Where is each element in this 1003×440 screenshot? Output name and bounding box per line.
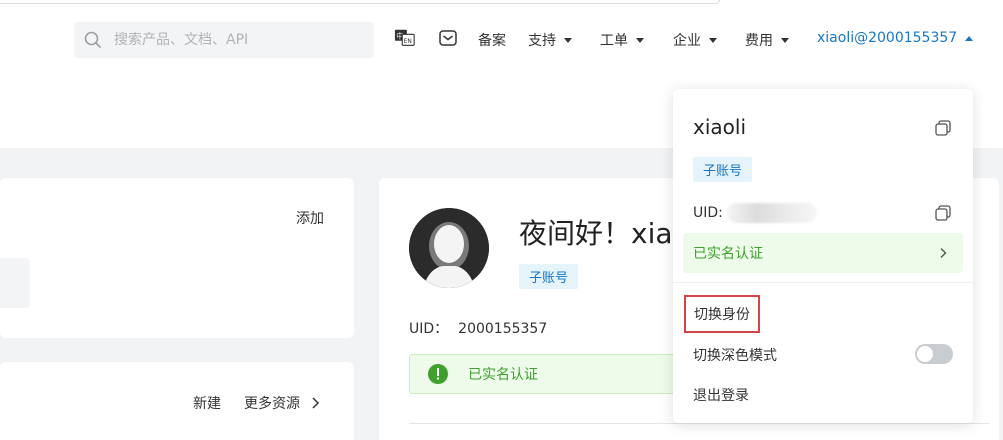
nav-enterprise[interactable]: 企业: [673, 30, 717, 50]
caret-down-icon: [636, 37, 644, 43]
account-dropdown: xiaoli 子账号 UID: 已实名认证 切换身份 切换深色模式 退出登录: [673, 89, 973, 423]
browser-edge: [0, 0, 720, 4]
divider: [409, 423, 989, 424]
uid-line: UID： 2000155357: [409, 318, 547, 338]
search-input[interactable]: [114, 32, 354, 48]
caret-down-icon: [709, 37, 717, 43]
left-card-resources: 新建 更多资源: [0, 362, 354, 440]
chevron-right-icon: [312, 397, 320, 409]
search-icon: [84, 31, 102, 49]
nav-record[interactable]: 备案: [478, 30, 506, 50]
nav-ticket[interactable]: 工单: [600, 30, 644, 50]
search-box[interactable]: [74, 22, 374, 58]
avatar: [409, 208, 489, 288]
dark-mode-toggle[interactable]: [915, 344, 953, 364]
language-switch-icon[interactable]: 中 EN: [394, 28, 416, 48]
svg-text:EN: EN: [404, 38, 412, 45]
verified-banner: 已实名认证: [409, 354, 709, 394]
left-card-top: 添加: [0, 178, 354, 338]
verified-text: 已实名认证: [468, 367, 538, 383]
check-circle-icon: [428, 364, 448, 384]
message-icon[interactable]: [437, 28, 459, 48]
copy-icon[interactable]: [935, 120, 951, 136]
logout-item[interactable]: 退出登录: [693, 385, 749, 405]
role-tag: 子账号: [519, 264, 579, 289]
placeholder-block: [0, 258, 30, 308]
dark-mode-label: 切换深色模式: [693, 348, 777, 364]
dropdown-role-tag: 子账号: [693, 157, 753, 182]
user-account-menu[interactable]: xiaoli@2000155357: [817, 30, 974, 46]
nav-billing[interactable]: 费用: [745, 30, 789, 50]
dropdown-verified-link[interactable]: 已实名认证: [683, 233, 963, 273]
dropdown-divider: [673, 282, 973, 283]
dropdown-username: xiaoli: [693, 115, 746, 139]
toggle-knob: [917, 346, 933, 362]
caret-down-icon: [781, 37, 789, 43]
greeting-title: 夜间好！xia: [519, 217, 673, 250]
dropdown-uid: UID:: [693, 203, 817, 223]
uid-value: 2000155357: [458, 321, 548, 337]
more-resources-link[interactable]: 更多资源: [244, 393, 322, 413]
uid-label: UID：: [409, 321, 449, 337]
masked-uid: [726, 203, 817, 223]
caret-up-icon: [965, 35, 974, 41]
switch-identity-item[interactable]: 切换身份: [684, 295, 760, 333]
caret-down-icon: [564, 37, 572, 43]
top-header: 中 EN 备案 支持 工单 企业 费用 xiaoli@2000155357: [0, 0, 1003, 72]
add-link[interactable]: 添加: [296, 208, 324, 228]
chevron-right-icon: [940, 248, 947, 258]
nav-support[interactable]: 支持: [528, 30, 572, 50]
copy-icon[interactable]: [935, 205, 951, 221]
new-resource-link[interactable]: 新建: [193, 393, 221, 413]
